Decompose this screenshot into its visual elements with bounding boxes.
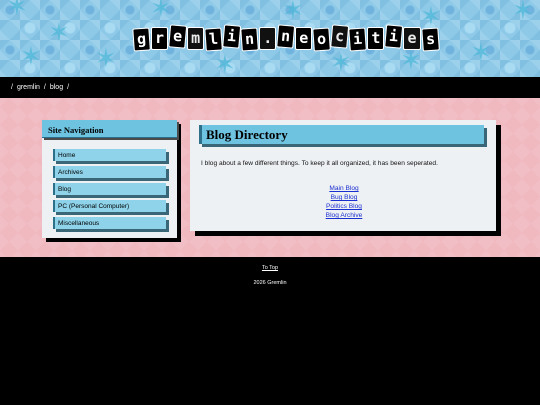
site-logo[interactable]: gremlin.neocities: [132, 24, 440, 52]
breadcrumb-separator: /: [43, 84, 46, 91]
logo-letter: i: [384, 24, 404, 49]
link-bug-blog[interactable]: Bug Blog: [300, 193, 388, 202]
logo-letter: s: [420, 27, 440, 52]
link-blog-archive[interactable]: Blog Archive: [300, 211, 388, 220]
logo-letter: e: [295, 27, 313, 50]
to-top-link[interactable]: To Top: [262, 265, 278, 271]
star-decoration: ✶: [95, 44, 117, 74]
logo-letter: l: [204, 27, 224, 52]
star-decoration: ✶: [470, 38, 492, 68]
nav-item-pc[interactable]: PC (Personal Computer): [53, 200, 166, 212]
logo-letter: g: [132, 27, 151, 52]
breadcrumb-separator: /: [11, 84, 13, 91]
blog-directory-panel: Blog Directory I blog about a few differ…: [190, 120, 496, 231]
page-title: Blog Directory: [199, 125, 484, 144]
breadcrumb-link-gremlin[interactable]: gremlin: [17, 84, 40, 91]
star-decoration: ✶: [282, 0, 304, 26]
site-navigation-panel: Site Navigation Home Archives Blog PC (P…: [42, 120, 177, 238]
star-decoration: ✶: [48, 18, 70, 48]
logo-letter: m: [187, 27, 205, 50]
breadcrumb: / gremlin / blog /: [0, 77, 540, 98]
intro-text: I blog about a few different things. To …: [201, 160, 438, 167]
logo-letter: n: [240, 27, 260, 52]
star-decoration: ✶: [20, 42, 42, 72]
footer-copyright: 2026 Gremlin: [253, 280, 287, 286]
logo-letter: r: [151, 27, 169, 50]
star-decoration: ✶: [150, 0, 172, 24]
breadcrumb-separator: /: [67, 84, 70, 91]
logo-letter: o: [312, 27, 332, 52]
logo-letter: t: [367, 27, 385, 50]
link-main-blog[interactable]: Main Blog: [300, 184, 388, 193]
logo-letter: e: [403, 27, 421, 50]
logo-letter: i: [222, 24, 242, 49]
star-decoration: ✶: [400, 46, 422, 76]
nav-item-blog[interactable]: Blog: [53, 183, 166, 195]
star-decoration: ✶: [6, 0, 28, 22]
star-decoration: ✶: [512, 0, 534, 26]
breadcrumb-link-blog[interactable]: blog: [50, 84, 63, 91]
nav-item-miscellaneous[interactable]: Miscellaneous: [53, 217, 166, 229]
blog-link-list: Main Blog Bug Blog Politics Blog Blog Ar…: [300, 184, 388, 220]
sidebar-title: Site Navigation: [42, 120, 177, 138]
logo-letter: i: [348, 27, 368, 52]
logo-letter: n: [276, 24, 296, 49]
nav-item-archives[interactable]: Archives: [53, 166, 166, 178]
logo-letter: e: [168, 24, 188, 49]
logo-letter: c: [330, 24, 350, 49]
nav-item-home[interactable]: Home: [53, 149, 166, 161]
link-politics-blog[interactable]: Politics Blog: [300, 202, 388, 211]
star-decoration: ✶: [214, 50, 236, 77]
star-decoration: ✶: [330, 48, 352, 77]
header-banner: ✶ ✶ ✶ ✶ ✶ ✶ ✶ ✶ ✶ ✶ ✶ ✶ gremlin.neocitie…: [0, 0, 540, 77]
footer-to-top: To Top: [0, 265, 540, 271]
logo-letter: .: [259, 27, 277, 50]
